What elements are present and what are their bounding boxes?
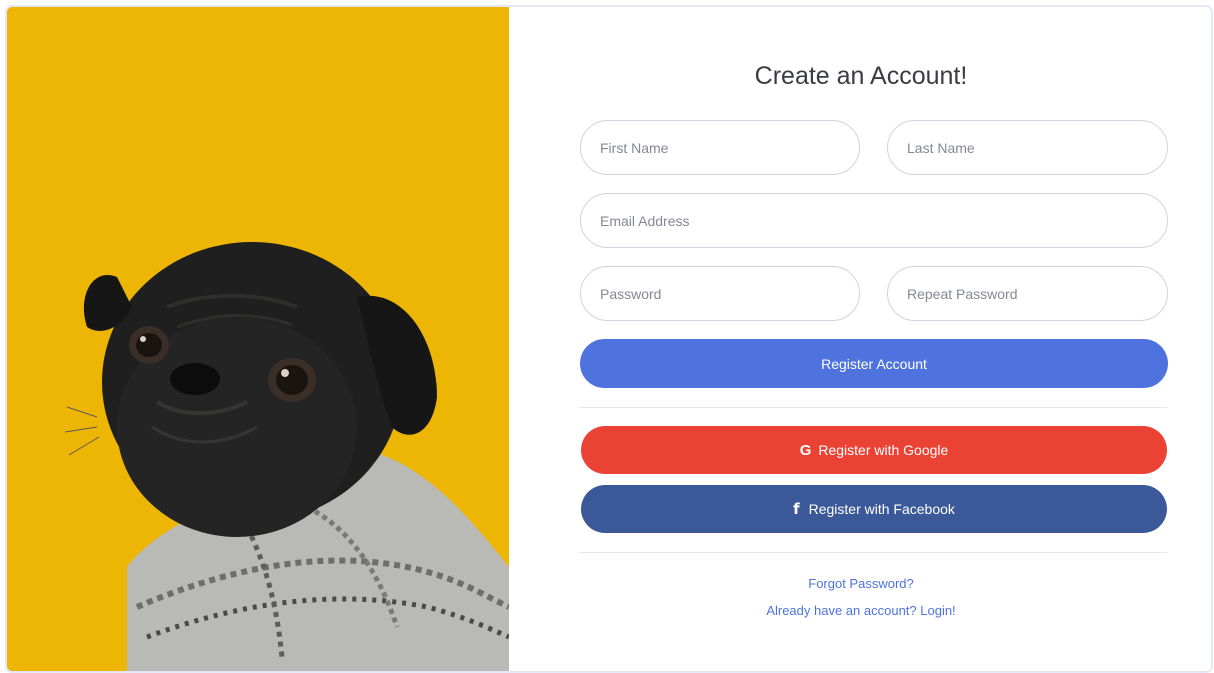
register-account-label: Register Account [821,355,927,372]
login-link[interactable]: Already have an account? Login! [509,603,1211,618]
register-card: Create an Account! Register Account G Re… [6,6,1212,672]
divider [580,552,1167,553]
repeat-password-input[interactable] [887,266,1168,321]
google-icon: G [799,441,812,459]
password-input[interactable] [580,266,860,321]
register-account-button[interactable]: Register Account [580,339,1168,388]
first-name-input[interactable] [580,120,860,175]
divider [580,407,1167,408]
facebook-icon: f [793,500,800,518]
email-input[interactable] [580,193,1168,248]
last-name-input[interactable] [887,120,1168,175]
pug-illustration [64,242,509,671]
register-facebook-button[interactable]: f Register with Facebook [581,485,1167,533]
page-title: Create an Account! [754,62,968,90]
pug-photo [7,7,509,671]
forgot-password-link[interactable]: Forgot Password? [509,576,1211,591]
register-google-button[interactable]: G Register with Google [581,426,1167,474]
register-facebook-label: Register with Facebook [808,501,955,517]
register-form-panel: Create an Account! Register Account G Re… [509,7,1211,671]
register-google-label: Register with Google [818,442,949,458]
